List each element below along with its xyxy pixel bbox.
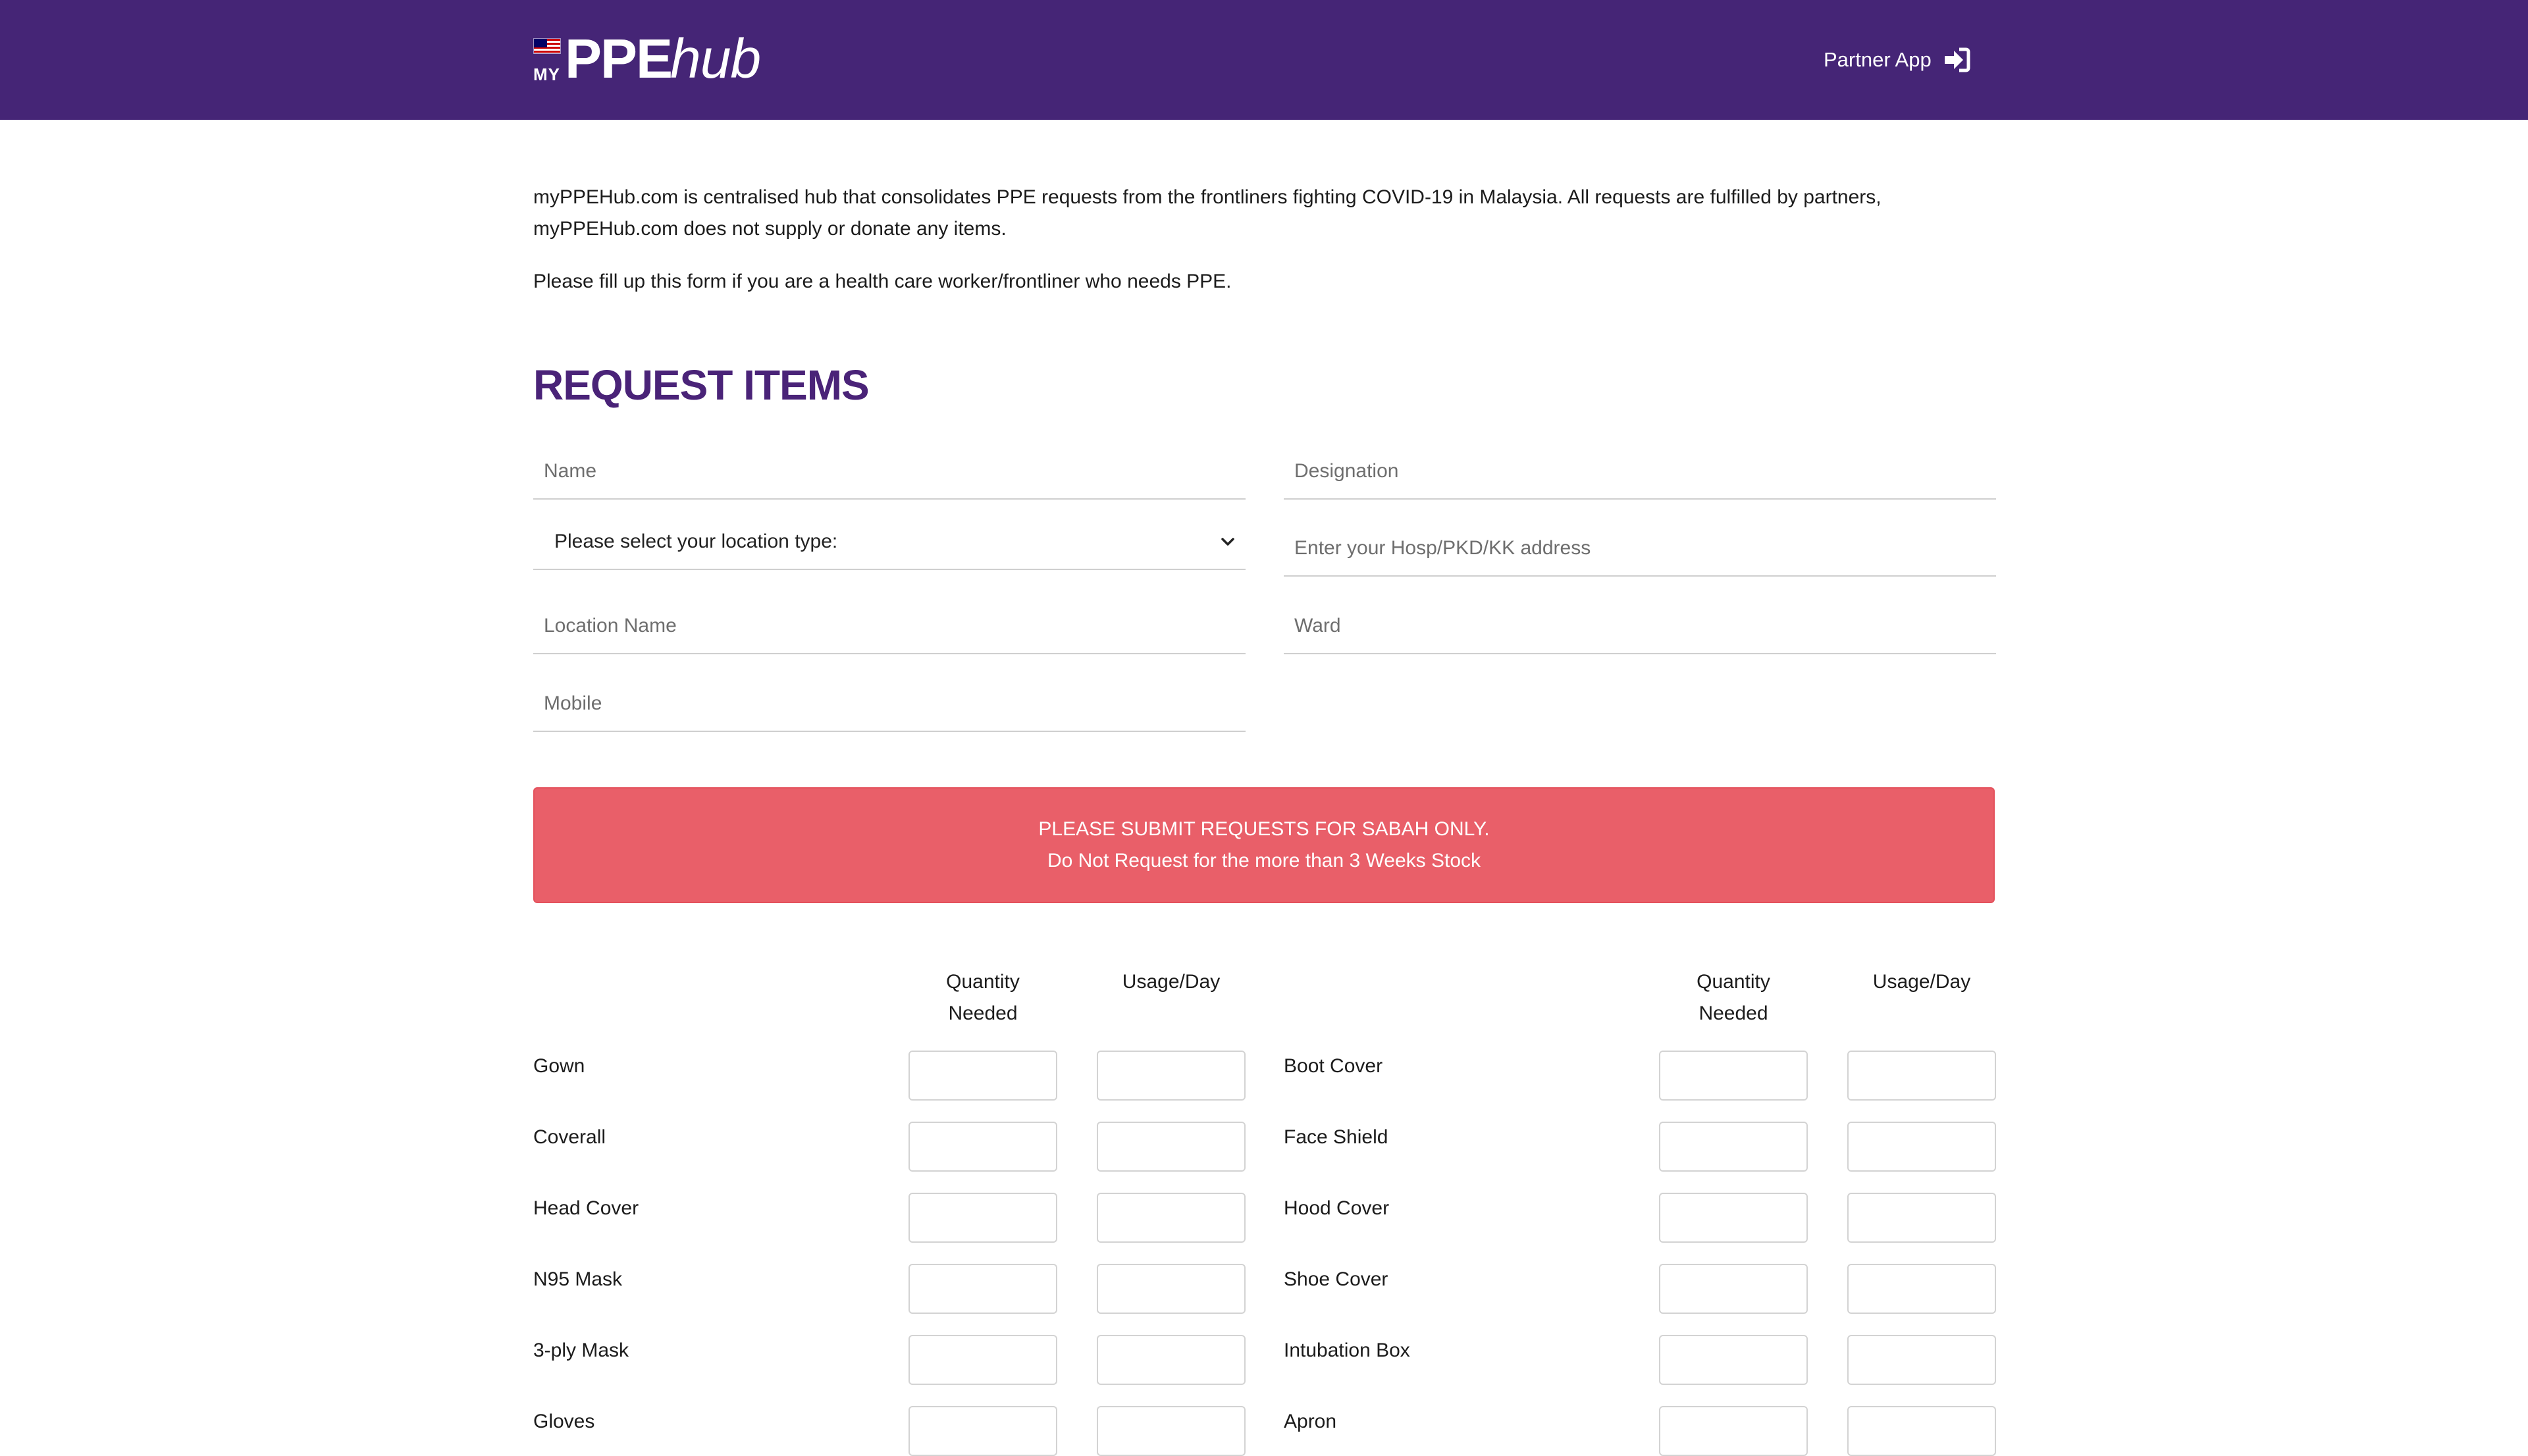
apron-quantity-input[interactable] — [1659, 1406, 1808, 1456]
item-label-shoe-cover: Shoe Cover — [1284, 1268, 1388, 1290]
3-ply-mask-usage-input[interactable] — [1097, 1335, 1246, 1385]
boot-cover-quantity-input[interactable] — [1659, 1051, 1808, 1101]
face-shield-quantity-input[interactable] — [1659, 1122, 1808, 1172]
logo-my-text: MY — [533, 65, 560, 84]
quantity-needed-header: Quantity Needed — [946, 971, 1020, 1024]
sabah-only-alert: PLEASE SUBMIT REQUESTS FOR SABAH ONLY. D… — [533, 787, 1995, 903]
form-title: REQUEST ITEMS — [533, 361, 870, 409]
item-label-hood-cover: Hood Cover — [1284, 1197, 1390, 1219]
hood-cover-quantity-input[interactable] — [1659, 1193, 1808, 1243]
gloves-usage-input[interactable] — [1097, 1406, 1246, 1456]
partner-app-link[interactable]: Partner App — [1824, 43, 1971, 76]
gown-quantity-input[interactable] — [908, 1051, 1057, 1101]
shoe-cover-usage-input[interactable] — [1847, 1264, 1996, 1314]
alert-line-1: PLEASE SUBMIT REQUESTS FOR SABAH ONLY. — [1038, 818, 1490, 840]
usage-per-day-header: Usage/Day — [1872, 971, 1971, 993]
3-ply-mask-quantity-input[interactable] — [908, 1335, 1057, 1385]
sign-in-icon — [1944, 47, 1970, 72]
malaysia-flag-icon — [533, 38, 561, 54]
hood-cover-usage-input[interactable] — [1847, 1193, 1996, 1243]
quantity-needed-header: Quantity Needed — [1697, 971, 1770, 1024]
intro-text: myPPEHub.com is centralised hub that con… — [533, 182, 1995, 298]
intubation-box-usage-input[interactable] — [1847, 1335, 1996, 1385]
item-label-gown: Gown — [533, 1055, 585, 1077]
n95-mask-quantity-input[interactable] — [908, 1264, 1057, 1314]
item-label-gloves: Gloves — [533, 1411, 595, 1432]
item-label-face-shield: Face Shield — [1284, 1126, 1388, 1148]
head-cover-quantity-input[interactable] — [908, 1193, 1057, 1243]
n95-mask-usage-input[interactable] — [1097, 1264, 1246, 1314]
coverall-usage-input[interactable] — [1097, 1122, 1246, 1172]
face-shield-usage-input[interactable] — [1847, 1122, 1996, 1172]
item-label-intubation-box: Intubation Box — [1284, 1339, 1410, 1361]
location-type-select[interactable]: Please select your location type: — [533, 515, 1246, 570]
gown-usage-input[interactable] — [1097, 1051, 1246, 1101]
item-label-coverall: Coverall — [533, 1126, 606, 1148]
head-cover-usage-input[interactable] — [1097, 1193, 1246, 1243]
item-label-3-ply-mask: 3-ply Mask — [533, 1339, 629, 1361]
intro-paragraph-2: Please fill up this form if you are a he… — [533, 271, 1232, 292]
logo-hub-text: hub — [670, 28, 761, 90]
top-navbar: MY PPE hub Partner App — [0, 0, 2528, 120]
intro-paragraph-1: myPPEHub.com is centralised hub that con… — [533, 186, 1882, 240]
gloves-quantity-input[interactable] — [908, 1406, 1057, 1456]
item-label-boot-cover: Boot Cover — [1284, 1055, 1383, 1077]
alert-line-2: Do Not Request for the more than 3 Weeks… — [1047, 850, 1481, 871]
chevron-down-icon — [1221, 538, 1234, 546]
partner-app-label: Partner App — [1824, 48, 1932, 71]
logo-ppe-text: PPE — [565, 28, 673, 90]
address-field[interactable] — [1284, 521, 1996, 577]
coverall-quantity-input[interactable] — [908, 1122, 1057, 1172]
apron-usage-input[interactable] — [1847, 1406, 1996, 1456]
item-label-apron: Apron — [1284, 1411, 1337, 1432]
intubation-box-quantity-input[interactable] — [1659, 1335, 1808, 1385]
location-type-value: Please select your location type: — [554, 531, 838, 552]
boot-cover-usage-input[interactable] — [1847, 1051, 1996, 1101]
location-name-field[interactable] — [533, 599, 1246, 654]
ward-field[interactable] — [1284, 599, 1996, 654]
name-field[interactable] — [533, 444, 1246, 500]
designation-field[interactable] — [1284, 444, 1996, 500]
usage-per-day-header: Usage/Day — [1122, 971, 1221, 993]
shoe-cover-quantity-input[interactable] — [1659, 1264, 1808, 1314]
mobile-field[interactable] — [533, 677, 1246, 732]
item-label-head-cover: Head Cover — [533, 1197, 639, 1219]
item-label-n95-mask: N95 Mask — [533, 1268, 623, 1290]
